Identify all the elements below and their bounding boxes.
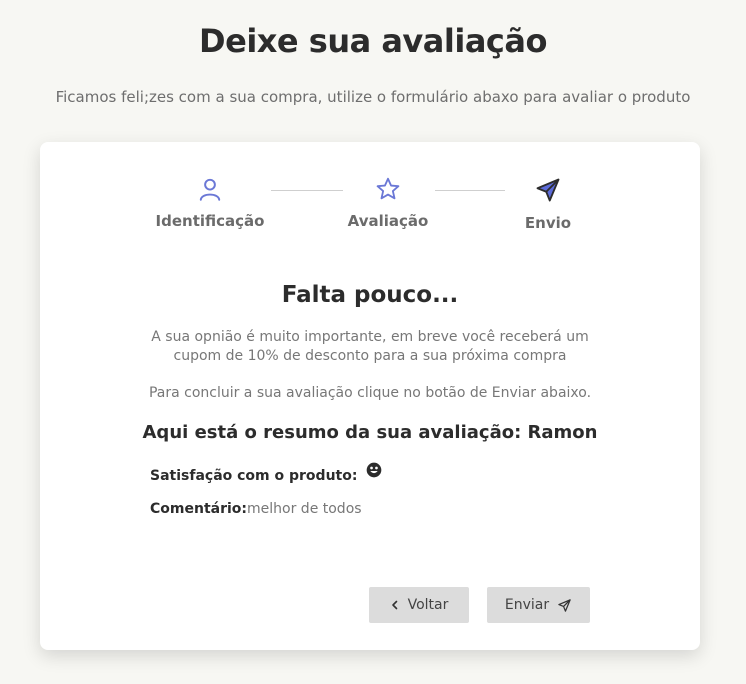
- chevron-left-icon: [391, 600, 397, 610]
- back-button[interactable]: Voltar: [369, 587, 469, 623]
- step-label-evaluation: Avaliação: [347, 212, 429, 230]
- star-icon: [376, 177, 400, 200]
- summary-heading: Aqui está o resumo da sua avaliação: Ram…: [142, 422, 598, 443]
- happy-face-icon: [366, 462, 382, 478]
- review-card: Identificação Avaliação Envio Falta pouc…: [40, 142, 700, 650]
- back-button-label: Voltar: [407, 597, 449, 613]
- send-button-label: Enviar: [504, 597, 550, 613]
- page-title: Deixe sua avaliação: [199, 22, 547, 60]
- comment-row: Comentário:melhor de todos: [150, 501, 362, 517]
- summary-title: Falta pouco...: [281, 282, 459, 308]
- step-label-identification: Identificação: [155, 212, 265, 230]
- satisfaction-label: Satisfação com o produto:: [150, 468, 358, 484]
- comment-value: melhor de todos: [247, 501, 362, 517]
- send-icon: [558, 598, 571, 612]
- instruction-message: Para concluir a sua avaliação clique no …: [148, 385, 592, 401]
- satisfaction-row: Satisfação com o produto:: [150, 462, 382, 484]
- page-subtitle: Ficamos feli;zes com a sua compra, utili…: [55, 88, 691, 106]
- step-evaluation[interactable]: Avaliação: [318, 176, 458, 230]
- info-message: A sua opnião é muito importante, em brev…: [151, 329, 589, 364]
- user-icon: [199, 178, 221, 201]
- step-send[interactable]: Envio: [478, 176, 618, 232]
- comment-label: Comentário:: [150, 501, 248, 517]
- send-icon: [536, 178, 560, 202]
- step-identification[interactable]: Identificação: [140, 176, 280, 230]
- step-label-send: Envio: [524, 214, 572, 232]
- send-button[interactable]: Enviar: [487, 587, 590, 623]
